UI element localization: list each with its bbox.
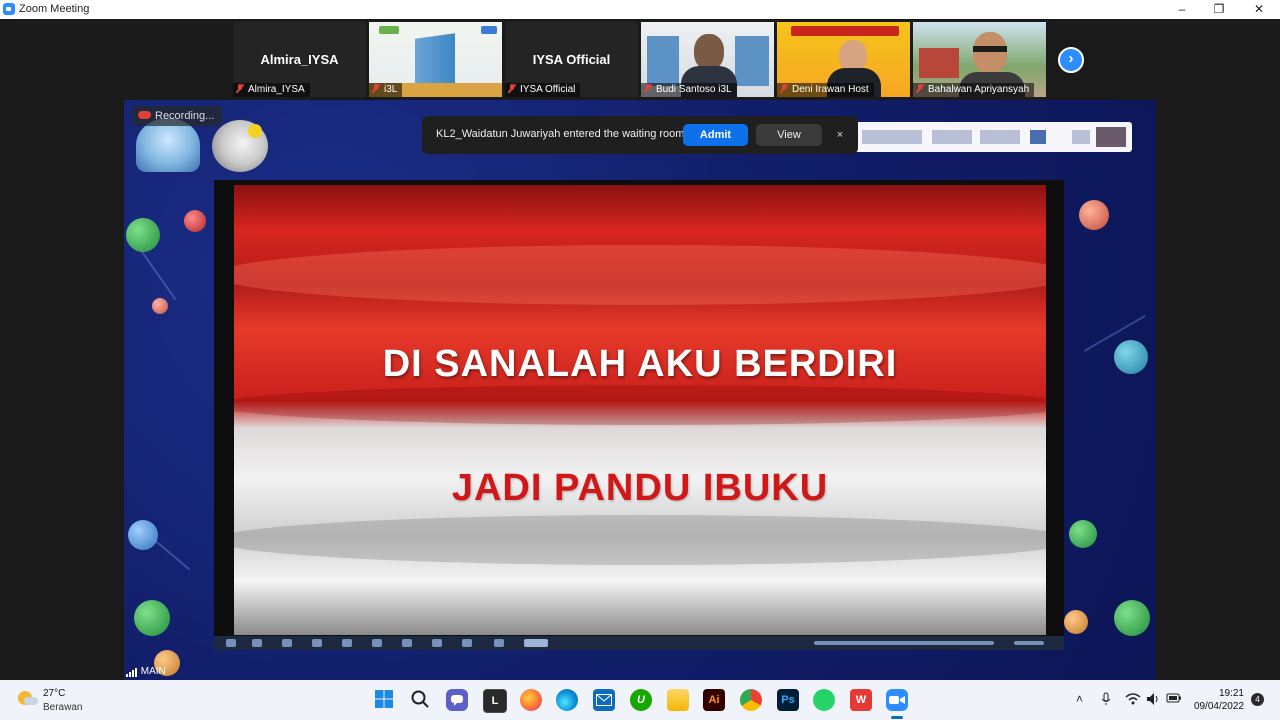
whatsapp-icon[interactable] — [813, 689, 835, 711]
molecule-decoration — [152, 298, 168, 314]
recording-label: Recording... — [155, 110, 215, 122]
windows-taskbar: 27°C Berawan L U Ai Ps W ˄ 19:21 09/04/2… — [0, 680, 1280, 720]
photoshop-icon[interactable]: Ps — [777, 689, 799, 711]
school-logo — [136, 118, 200, 172]
mic-muted-icon — [236, 84, 244, 93]
chevron-right-icon: › — [1068, 50, 1074, 67]
screen-share-view: Recording... KL2_Waidatun Juwariyah ente… — [124, 100, 1156, 680]
mic-muted-icon — [644, 84, 652, 93]
teams-chat-icon[interactable] — [446, 689, 468, 711]
notification-message: KL2_Waidatun Juwariyah entered the waiti… — [436, 128, 685, 140]
participant-tile[interactable]: Deni Irawan Host — [777, 22, 910, 97]
weather-temperature: 27°C — [43, 688, 66, 699]
molecule-decoration — [1114, 340, 1148, 374]
connection-status: MAIN — [126, 666, 166, 677]
molecule-bond — [140, 250, 177, 301]
olympiad-logo — [212, 120, 268, 172]
molecule-bond — [142, 530, 190, 571]
mic-muted-icon — [508, 84, 516, 93]
participant-name: Bahalwan Apriyansyah — [928, 84, 1030, 95]
close-window-button[interactable]: ✕ — [1239, 0, 1279, 19]
participant-name: i3L — [384, 84, 398, 95]
molecule-decoration — [1079, 200, 1109, 230]
participant-tile[interactable]: i3L — [369, 22, 502, 97]
chrome-icon[interactable] — [740, 689, 762, 711]
admit-button[interactable]: Admit — [683, 124, 748, 146]
participant-name-bar: Budi Santoso i3L — [641, 83, 737, 97]
molecule-decoration — [126, 218, 160, 252]
mic-muted-icon — [780, 84, 788, 93]
participant-display-name: IYSA Official — [532, 52, 611, 67]
clock-date: 09/04/2022 — [1193, 701, 1244, 712]
recording-indicator[interactable]: Recording... — [132, 106, 223, 126]
video-caption-line2: JADI PANDU IBUKU — [451, 467, 829, 509]
video-caption-line1: DI SANALAH AKU BERDIRI — [382, 343, 898, 385]
participant-tile[interactable]: IYSA Official IYSA Official — [505, 22, 638, 97]
battery-icon[interactable] — [1166, 692, 1182, 707]
molecule-decoration — [1114, 600, 1150, 636]
participant-name-bar: Almira_IYSA — [233, 83, 310, 97]
participant-name-bar: Deni Irawan Host — [777, 83, 874, 97]
participant-tile[interactable]: Almira_IYSA Almira_IYSA — [233, 22, 366, 97]
window-title: Zoom Meeting — [19, 3, 90, 15]
lark-icon[interactable]: L — [483, 689, 507, 713]
participant-name-bar: IYSA Official — [505, 83, 581, 97]
close-notification-button[interactable]: × — [830, 124, 850, 146]
waiting-room-notification: KL2_Waidatun Juwariyah entered the waiti… — [422, 116, 858, 154]
molecule-decoration — [184, 210, 206, 232]
participant-tile[interactable]: Budi Santoso i3L — [641, 22, 774, 97]
partner-logos-banner — [840, 122, 1132, 152]
participant-tile[interactable]: Bahalwan Apriyansyah — [913, 22, 1046, 97]
molecule-decoration — [1064, 610, 1088, 634]
clock-time: 19:21 — [1218, 688, 1244, 699]
weather-condition: Berawan — [43, 702, 83, 713]
cloud-record-icon — [138, 111, 151, 119]
wps-office-icon[interactable]: W — [850, 689, 872, 711]
zoom-app-icon — [3, 3, 15, 15]
participant-name-bar: i3L — [369, 83, 403, 97]
flag-wave-shading — [234, 385, 1046, 425]
molecule-decoration — [134, 600, 170, 636]
zoom-icon[interactable] — [886, 689, 908, 711]
participant-gallery: Almira_IYSA Almira_IYSA i3L IYSA Officia… — [0, 19, 1280, 99]
participant-name: Almira_IYSA — [248, 84, 305, 95]
participant-name: Deni Irawan Host — [792, 84, 869, 95]
view-button[interactable]: View — [756, 124, 822, 146]
firefox-icon[interactable] — [520, 689, 542, 711]
speaker-icon[interactable] — [1146, 692, 1160, 709]
signal-bars-icon — [126, 666, 138, 677]
upwork-icon[interactable]: U — [630, 689, 652, 711]
notification-count-badge[interactable]: 4 — [1251, 693, 1264, 706]
maximize-button[interactable]: ❐ — [1199, 0, 1239, 19]
participant-name-bar: Bahalwan Apriyansyah — [913, 83, 1035, 97]
wifi-icon[interactable] — [1125, 692, 1141, 709]
active-app-indicator — [891, 716, 903, 719]
participant-display-name: Almira_IYSA — [260, 52, 339, 67]
minimize-button[interactable]: – — [1162, 0, 1202, 19]
participant-name: Budi Santoso i3L — [656, 84, 732, 95]
mail-icon[interactable] — [593, 689, 615, 711]
molecule-decoration — [128, 520, 158, 550]
edge-icon[interactable] — [556, 689, 578, 711]
flag-video-scene: DI SANALAH AKU BERDIRI JADI PANDU IBUKU — [234, 185, 1046, 635]
chevron-up-icon[interactable]: ˄ — [1076, 692, 1083, 706]
search-icon[interactable] — [409, 689, 431, 711]
flag-wave-shading — [234, 245, 1046, 305]
window-titlebar: Zoom Meeting – ❐ ✕ — [0, 0, 1280, 19]
mic-muted-icon — [916, 84, 924, 93]
participant-name: IYSA Official — [520, 84, 576, 95]
illustrator-icon[interactable]: Ai — [703, 689, 725, 711]
flag-wave-shading — [234, 515, 1046, 565]
windows-start-icon[interactable] — [373, 689, 395, 711]
microphone-icon[interactable] — [1100, 692, 1112, 709]
system-clock[interactable]: 19:21 09/04/2022 — [1188, 687, 1244, 713]
connection-label: MAIN — [140, 666, 166, 677]
next-page-button[interactable]: › — [1058, 47, 1084, 73]
partly-cloudy-icon — [18, 691, 38, 705]
file-explorer-icon[interactable] — [667, 689, 689, 711]
shared-screen-taskbar — [214, 636, 1064, 650]
mic-muted-icon — [372, 84, 380, 93]
molecule-decoration — [1069, 520, 1097, 548]
shared-video-frame: DI SANALAH AKU BERDIRI JADI PANDU IBUKU — [214, 180, 1064, 650]
